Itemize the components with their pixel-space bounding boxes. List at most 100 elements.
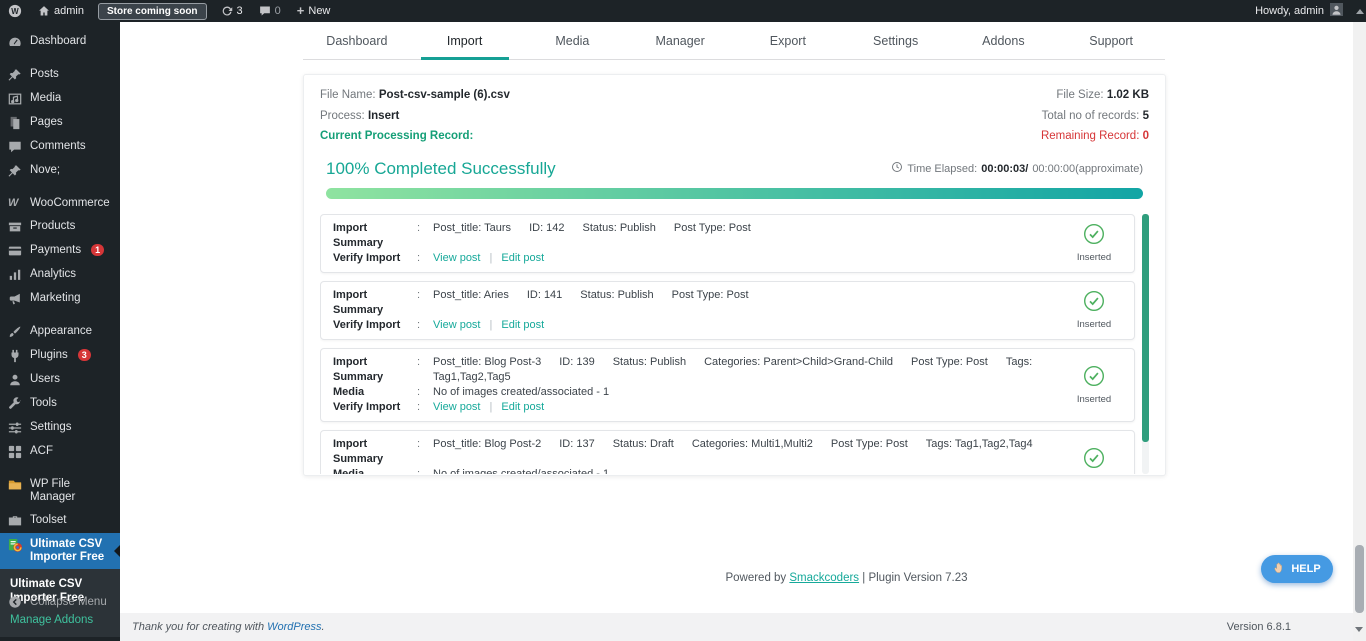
row-status: Inserted <box>1068 290 1120 330</box>
tab-support[interactable]: Support <box>1057 22 1165 59</box>
row-line-label: Import Summary <box>333 221 417 251</box>
new-content-menu[interactable]: + New <box>289 0 339 22</box>
row-line-label: Verify Import <box>333 251 417 266</box>
sidebar-item-settings[interactable]: Settings <box>0 416 120 440</box>
sidebar-item-label: Analytics <box>30 268 76 281</box>
tab-export[interactable]: Export <box>734 22 842 59</box>
sidebar-item-payments[interactable]: Payments1 <box>0 239 120 263</box>
scroll-down-arrow-icon[interactable] <box>1355 627 1363 636</box>
wordpress-logo-icon[interactable]: W <box>0 0 30 22</box>
view-post-link[interactable]: View post <box>433 319 481 331</box>
sidebar-item-label: Pages <box>30 116 63 129</box>
remaining-record-value: 0 <box>1143 130 1149 142</box>
summary-field: Post Type: Post <box>674 222 751 234</box>
sidebar-item-label: Comments <box>30 140 86 153</box>
pin-icon <box>8 68 23 82</box>
inserted-check-icon <box>1083 299 1105 316</box>
svg-text:W: W <box>11 7 19 16</box>
sidebar-item-plugins[interactable]: Plugins3 <box>0 344 120 368</box>
comments-menu[interactable]: 0 <box>251 0 289 22</box>
tab-import[interactable]: Import <box>411 22 519 59</box>
view-post-link[interactable]: View post <box>433 401 481 413</box>
view-post-link[interactable]: View post <box>433 252 481 264</box>
media-info: No of images created/associated - 1 <box>433 386 609 398</box>
summary-field: ID: 142 <box>529 222 564 234</box>
tab-settings[interactable]: Settings <box>842 22 950 59</box>
summary-field: Post Type: Post <box>911 356 988 368</box>
sidebar-item-toolset[interactable]: Toolset <box>0 509 120 533</box>
collapse-menu-button[interactable]: Collapse Menu <box>0 590 120 614</box>
plus-icon: + <box>297 6 305 16</box>
tab-manager[interactable]: Manager <box>626 22 734 59</box>
updates-count: 3 <box>237 5 243 17</box>
sidebar-item-woocommerce[interactable]: WWooCommerce <box>0 192 120 215</box>
row-line-label: Import Summary <box>333 288 417 318</box>
woocommerce-icon: W <box>8 197 23 210</box>
sidebar-item-label: Toolset <box>30 514 66 527</box>
sidebar-item-label: Posts <box>30 68 59 81</box>
comments-icon <box>8 140 23 154</box>
list-scrollbar-thumb[interactable] <box>1142 214 1149 442</box>
howdy-menu[interactable]: Howdy, admin <box>1255 5 1324 17</box>
active-item-arrow <box>108 545 120 557</box>
sidebar-item-acf[interactable]: ACF <box>0 440 120 464</box>
edit-post-link[interactable]: Edit post <box>501 252 544 264</box>
window-scrollbar[interactable] <box>1353 0 1366 641</box>
sidebar-item-label: Appearance <box>30 325 92 338</box>
summary-field: Post_title: Blog Post-3 <box>433 356 541 368</box>
sidebar-item-nove[interactable]: Nove; <box>0 159 120 183</box>
sidebar-item-analytics[interactable]: Analytics <box>0 263 120 287</box>
sidebar-item-ultimate-csv-importer-free[interactable]: Ultimate CSV Importer Free <box>0 533 120 569</box>
scrollbar-thumb[interactable] <box>1355 545 1364 613</box>
updates-menu[interactable]: 3 <box>213 0 251 22</box>
sidebar-item-label: WP File Manager <box>30 478 112 504</box>
csv-importer-icon <box>8 538 23 553</box>
progress-heading: 100% Completed Successfully <box>326 159 556 179</box>
acf-icon <box>8 445 23 459</box>
summary-field: Post Type: Post <box>831 438 908 450</box>
sidebar-item-dashboard[interactable]: Dashboard <box>0 30 120 54</box>
sidebar-item-pages[interactable]: Pages <box>0 111 120 135</box>
import-result-list: Import Summary:Post_title: TaursID: 142S… <box>320 214 1149 474</box>
tab-media[interactable]: Media <box>519 22 627 59</box>
file-name-label: File Name: <box>320 89 376 101</box>
help-button[interactable]: HELP <box>1261 555 1333 583</box>
submenu-item-manage-addons[interactable]: Manage Addons <box>10 613 110 627</box>
inserted-check-icon <box>1083 232 1105 249</box>
sidebar-item-comments[interactable]: Comments <box>0 135 120 159</box>
smackcoders-link[interactable]: Smackcoders <box>789 572 859 584</box>
summary-field: Post Type: Post <box>672 289 749 301</box>
summary-field: Status: Publish <box>613 356 686 368</box>
status-label: Inserted <box>1068 319 1120 330</box>
site-name-menu[interactable]: admin <box>30 0 92 22</box>
process-value: Insert <box>368 110 399 122</box>
scroll-up-arrow-icon[interactable] <box>1356 5 1364 14</box>
list-scrollbar-track[interactable] <box>1142 214 1149 474</box>
sidebar-item-posts[interactable]: Posts <box>0 63 120 87</box>
summary-field: Categories: Multi1,Multi2 <box>692 438 813 450</box>
analytics-icon <box>8 268 23 282</box>
sidebar-item-media[interactable]: Media <box>0 87 120 111</box>
tab-dashboard[interactable]: Dashboard <box>303 22 411 59</box>
sidebar-item-label: Users <box>30 373 60 386</box>
row-line-label: Import Summary <box>333 437 417 467</box>
products-icon <box>8 220 23 234</box>
wordpress-link[interactable]: WordPress <box>267 621 321 633</box>
sidebar-item-tools[interactable]: Tools <box>0 392 120 416</box>
time-elapsed: Time Elapsed: 00:00:03/ 00:00:00(approxi… <box>891 161 1143 176</box>
edit-post-link[interactable]: Edit post <box>501 401 544 413</box>
summary-field: Post_title: Aries <box>433 289 509 301</box>
status-label: Inserted <box>1068 394 1120 405</box>
row-line-label: Media <box>333 467 417 474</box>
tab-addons[interactable]: Addons <box>950 22 1058 59</box>
sidebar-item-products[interactable]: Products <box>0 215 120 239</box>
folder-icon <box>8 478 23 492</box>
summary-field: Status: Publish <box>580 289 653 301</box>
edit-post-link[interactable]: Edit post <box>501 319 544 331</box>
sidebar-item-users[interactable]: Users <box>0 368 120 392</box>
sidebar-item-appearance[interactable]: Appearance <box>0 320 120 344</box>
settings-icon <box>8 421 23 435</box>
sidebar-item-marketing[interactable]: Marketing <box>0 287 120 311</box>
status-label: Inserted <box>1068 252 1120 263</box>
sidebar-item-wp-file-manager[interactable]: WP File Manager <box>0 473 120 509</box>
